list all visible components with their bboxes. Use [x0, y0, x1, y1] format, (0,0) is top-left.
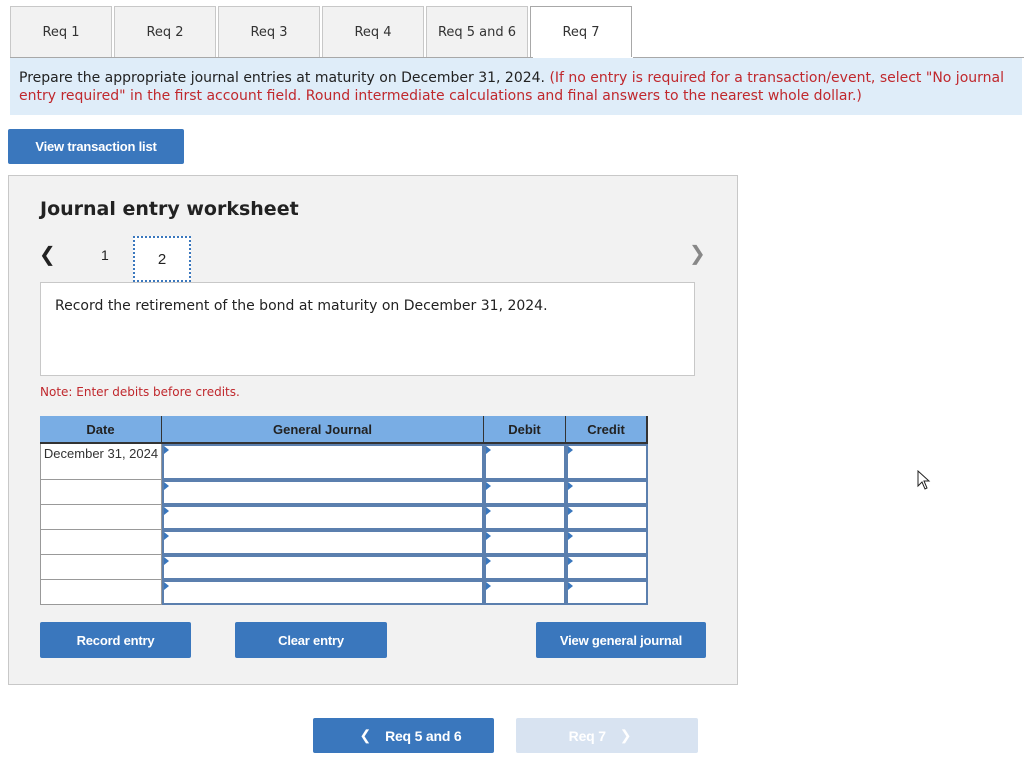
record-entry-button[interactable]: Record entry	[40, 622, 191, 658]
previous-requirement-button[interactable]: ❮ Req 5 and 6	[313, 718, 494, 753]
debit-input[interactable]	[484, 480, 566, 505]
tab-req-4[interactable]: Req 4	[322, 6, 424, 57]
table-row	[40, 480, 648, 505]
account-input[interactable]	[162, 480, 484, 505]
debit-input[interactable]	[484, 580, 566, 605]
account-input[interactable]	[162, 580, 484, 605]
debit-input[interactable]	[484, 530, 566, 555]
view-general-journal-button[interactable]: View general journal	[536, 622, 706, 658]
journal-table-header: Date General Journal Debit Credit	[40, 416, 648, 444]
entry-page-2-current[interactable]: 2	[133, 236, 191, 282]
table-row	[40, 555, 648, 580]
header-general-journal: General Journal	[162, 416, 484, 442]
account-input[interactable]	[162, 555, 484, 580]
journal-table: Date General Journal Debit Credit Decemb…	[40, 416, 648, 605]
header-debit: Debit	[484, 416, 566, 442]
clear-entry-button[interactable]: Clear entry	[235, 622, 387, 658]
credit-input[interactable]	[566, 505, 648, 530]
credit-input[interactable]	[566, 480, 648, 505]
journal-entry-worksheet: Journal entry worksheet ❮ 1 2 ❯ Record t…	[8, 175, 738, 685]
worksheet-title: Journal entry worksheet	[40, 198, 299, 220]
table-row	[40, 505, 648, 530]
date-cell	[40, 480, 162, 505]
entry-description: Record the retirement of the bond at mat…	[40, 282, 695, 376]
account-input[interactable]	[162, 530, 484, 555]
mouse-pointer-icon	[917, 470, 931, 490]
debits-note: Note: Enter debits before credits.	[40, 385, 240, 399]
account-input[interactable]	[162, 505, 484, 530]
date-cell	[40, 555, 162, 580]
chevron-right-icon: ❯	[619, 727, 632, 743]
previous-requirement-label: Req 5 and 6	[385, 727, 462, 744]
next-requirement-button: Req 7 ❯	[516, 718, 698, 753]
tab-req-1[interactable]: Req 1	[10, 6, 112, 57]
chevron-right-icon[interactable]: ❯	[689, 241, 706, 265]
credit-input[interactable]	[566, 580, 648, 605]
instructions-main: Prepare the appropriate journal entries …	[19, 70, 545, 86]
header-credit: Credit	[566, 416, 648, 442]
tab-req-7[interactable]: Req 7	[530, 6, 632, 58]
requirement-tabs: Req 1 Req 2 Req 3 Req 4 Req 5 and 6 Req …	[10, 6, 634, 58]
account-input[interactable]	[162, 444, 484, 480]
date-cell	[40, 580, 162, 605]
next-requirement-label: Req 7	[568, 727, 606, 744]
debit-input[interactable]	[484, 444, 566, 480]
credit-input[interactable]	[566, 530, 648, 555]
date-cell	[40, 530, 162, 555]
chevron-left-icon[interactable]: ❮	[39, 242, 56, 266]
table-row	[40, 580, 648, 605]
tab-req-3[interactable]: Req 3	[218, 6, 320, 57]
entry-page-1[interactable]: 1	[101, 247, 109, 263]
instructions-banner: Prepare the appropriate journal entries …	[10, 58, 1022, 115]
tab-req-2[interactable]: Req 2	[114, 6, 216, 57]
credit-input[interactable]	[566, 444, 648, 480]
credit-input[interactable]	[566, 555, 648, 580]
table-row: December 31, 2024	[40, 444, 648, 480]
date-cell: December 31, 2024	[40, 444, 162, 480]
table-row	[40, 530, 648, 555]
view-transaction-list-button[interactable]: View transaction list	[8, 129, 184, 164]
chevron-left-icon: ❮	[359, 727, 372, 743]
debit-input[interactable]	[484, 555, 566, 580]
header-date: Date	[40, 416, 162, 442]
tab-req-5-and-6[interactable]: Req 5 and 6	[426, 6, 528, 57]
date-cell	[40, 505, 162, 530]
debit-input[interactable]	[484, 505, 566, 530]
